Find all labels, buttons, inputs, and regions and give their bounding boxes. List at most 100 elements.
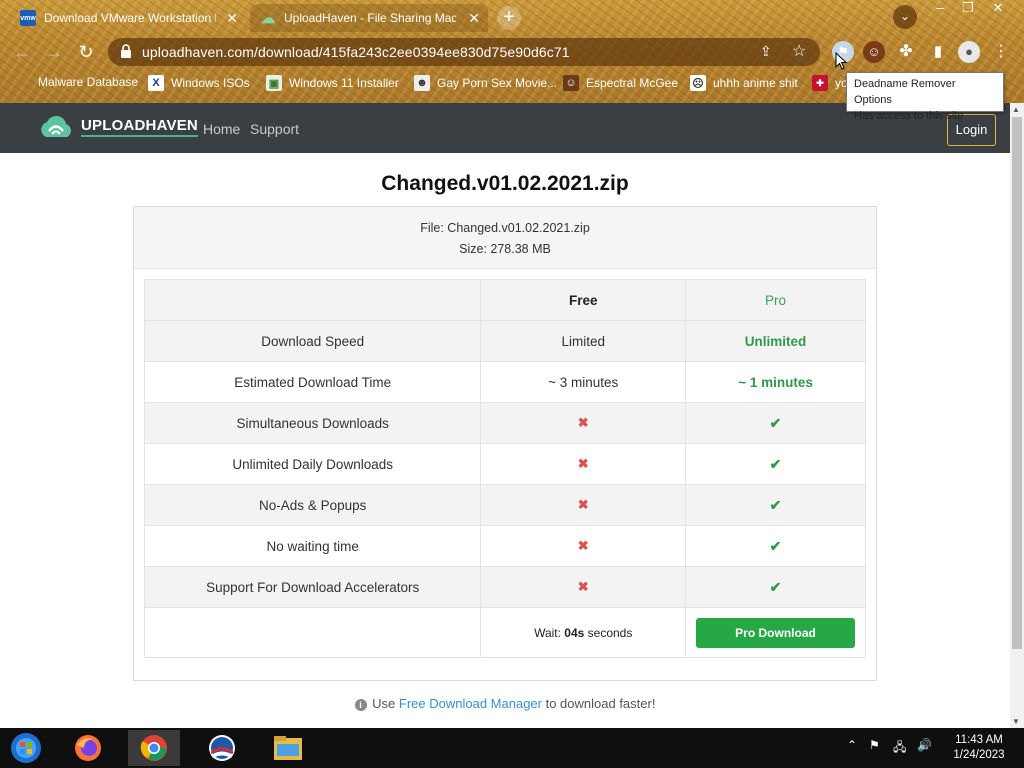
table-row: Support For Download Accelerators ✖ ✔: [143, 566, 866, 608]
cross-icon: ✖: [577, 415, 589, 430]
wait-timer: Wait: 04s seconds: [480, 607, 687, 658]
tip-suffix: to download faster!: [541, 696, 656, 711]
windows-start-icon[interactable]: [0, 730, 52, 766]
bookmark-label: Windows 11 Installer: [289, 76, 399, 90]
file-explorer-icon[interactable]: [262, 730, 314, 766]
chrome-icon[interactable]: [128, 730, 180, 766]
vmware-icon: vmw: [20, 10, 36, 26]
table-row: Unlimited Daily Downloads ✖ ✔: [143, 443, 866, 485]
account-avatar-icon[interactable]: ●: [958, 41, 980, 63]
clock-time: 11:43 AM: [955, 734, 1003, 746]
feature-label: Support For Download Accelerators: [143, 566, 482, 608]
bookmark-star-icon[interactable]: ☆: [792, 41, 806, 61]
scrollbar-thumb[interactable]: [1012, 117, 1022, 649]
wait-prefix: Wait:: [534, 626, 565, 640]
anime-icon: ☹: [690, 75, 706, 91]
wait-suffix: seconds: [584, 626, 633, 640]
clock-date: 1/24/2023: [953, 749, 1005, 761]
back-button[interactable]: ←: [10, 40, 34, 64]
table-row: Estimated Download Time ~ 3 minutes ~ 1 …: [143, 361, 866, 403]
url-text: uploadhaven.com/download/415fa243c2ee039…: [142, 44, 570, 60]
pro-download-cell: Pro Download: [685, 607, 866, 658]
forward-button[interactable]: →: [42, 40, 66, 64]
page-scrollbar[interactable]: ▲ ▼: [1010, 103, 1024, 728]
reload-button[interactable]: ↻: [74, 40, 98, 64]
volume-icon[interactable]: 🔊: [917, 738, 932, 752]
show-hidden-icons-icon[interactable]: ⌃: [847, 738, 857, 752]
windows-taskbar: ⌃ ⚑ 🖧 🔊 11:43 AM 1/24/2023: [0, 728, 1024, 768]
profile-extension-icon[interactable]: ☺: [863, 41, 885, 63]
free-value: ~ 3 minutes: [480, 361, 687, 403]
tip-prefix: Use: [372, 696, 399, 711]
bookmark-gay-porn-sex-movie[interactable]: ☻ Gay Porn Sex Movie...: [414, 75, 557, 91]
minimize-button[interactable]: –: [925, 0, 955, 18]
check-icon: ✔: [769, 537, 782, 554]
system-clock[interactable]: 11:43 AM 1/24/2023: [944, 733, 1014, 763]
page-title: Changed.v01.02.2021.zip: [381, 172, 629, 195]
network-icon[interactable]: 🖧: [893, 738, 906, 759]
firefox-icon[interactable]: [62, 730, 114, 766]
bookmark-espectral-mcgee[interactable]: ☺ Espectral McGee: [563, 75, 678, 91]
wait-seconds: 04s: [564, 626, 585, 640]
nav-home-link[interactable]: Home: [203, 121, 240, 137]
table-header-row: Free Pro: [143, 279, 866, 321]
check-icon: ✔: [769, 496, 782, 513]
uploadhaven-logo[interactable]: UPLOADHAVEN: [37, 111, 198, 143]
pro-download-button[interactable]: Pro Download: [696, 617, 856, 648]
feature-label: No-Ads & Popups: [143, 484, 482, 526]
header-pro: Pro: [685, 279, 866, 321]
close-tab-icon[interactable]: ✕: [226, 10, 238, 27]
cross-icon: ✖: [577, 497, 589, 512]
tab-title: Download VMware Workstation Pla: [44, 11, 216, 25]
cross-icon: ✖: [577, 538, 589, 553]
share-icon[interactable]: ⇪: [760, 43, 772, 60]
bookmark-yo[interactable]: ✚ yo: [812, 75, 848, 91]
scroll-down-arrow-icon[interactable]: ▼: [1012, 717, 1020, 726]
feature-label: Estimated Download Time: [143, 361, 482, 403]
image-icon: ▣: [266, 75, 282, 91]
x-icon: X: [148, 75, 164, 91]
header-empty: [143, 279, 482, 321]
bookmark-label: Gay Porn Sex Movie...: [437, 76, 558, 90]
action-center-flag-icon[interactable]: ⚑: [869, 738, 880, 752]
free-download-manager-link[interactable]: Free Download Manager: [399, 696, 542, 711]
feature-label: No waiting time: [143, 525, 482, 567]
file-info: File: Changed.v01.02.2021.zip Size: 278.…: [134, 207, 876, 269]
side-panel-icon[interactable]: ▮: [927, 41, 949, 63]
address-bar[interactable]: uploadhaven.com/download/415fa243c2ee039…: [108, 38, 820, 66]
extensions-puzzle-icon[interactable]: ✤: [895, 41, 917, 63]
close-tab-icon[interactable]: ✕: [468, 10, 480, 27]
check-icon: ✔: [769, 578, 782, 595]
tab-vmware[interactable]: vmw Download VMware Workstation Pla ✕: [10, 4, 246, 32]
bookmark-malware-database[interactable]: Malware Database: [38, 75, 138, 89]
table-row: No waiting time ✖ ✔: [143, 525, 866, 567]
maximize-button[interactable]: ❐: [953, 0, 983, 18]
brand-name: UPLOADHAVEN: [81, 117, 198, 137]
check-icon: ✔: [769, 455, 782, 472]
bookmark-label: Espectral McGee: [586, 76, 679, 90]
tab-search-button[interactable]: ⌄: [893, 5, 917, 29]
close-window-button[interactable]: ✕: [983, 0, 1013, 18]
new-tab-button[interactable]: +: [497, 6, 521, 30]
bookmark-uhhh-anime-shit[interactable]: ☹ uhhh anime shit: [690, 75, 798, 91]
scroll-up-arrow-icon[interactable]: ▲: [1012, 105, 1020, 114]
nav-support-link[interactable]: Support: [250, 121, 299, 137]
extension-tooltip: Deadname Remover Options Has access to t…: [846, 72, 1004, 122]
pro-value: ~ 1 minutes: [685, 361, 866, 403]
bookmark-windows-isos[interactable]: X Windows ISOs: [148, 75, 250, 91]
tooltip-line-1: Deadname Remover Options: [854, 78, 956, 106]
comparison-table: Free Pro Download Speed Limited Unlimite…: [143, 279, 866, 658]
download-tip: i Use Free Download Manager to download …: [0, 696, 1010, 711]
bookmark-label: Windows ISOs: [171, 76, 250, 90]
menu-kebab-icon[interactable]: ⋮: [990, 41, 1012, 63]
feature-label: Download Speed: [143, 320, 482, 362]
obama-icon[interactable]: [196, 730, 248, 766]
info-icon: i: [354, 699, 367, 711]
file-size: Size: 278.38 MB: [459, 242, 551, 256]
download-card: File: Changed.v01.02.2021.zip Size: 278.…: [133, 206, 877, 681]
bookmark-windows-11-installer[interactable]: ▣ Windows 11 Installer: [266, 75, 399, 91]
mouse-cursor-icon: [835, 52, 847, 70]
file-name: File: Changed.v01.02.2021.zip: [420, 221, 590, 235]
cross-icon: ✖: [577, 456, 589, 471]
tab-uploadhaven[interactable]: ☁ UploadHaven - File Sharing Made ✕: [250, 4, 488, 32]
